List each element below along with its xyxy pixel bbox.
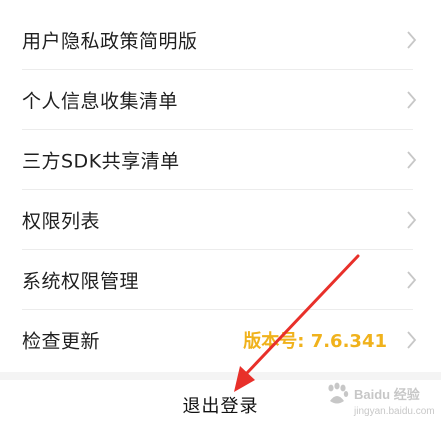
watermark-brand: Baidu 经验 [354, 387, 420, 402]
settings-item-label: 三方SDK共享清单 [22, 150, 180, 173]
chevron-right-icon [407, 91, 417, 109]
chevron-right-icon [407, 211, 417, 229]
settings-item-label: 检查更新 [22, 330, 101, 353]
paw-logo-icon [328, 382, 349, 404]
chevron-right-icon [407, 331, 417, 349]
chevron-right-icon [407, 151, 417, 169]
baidu-watermark: Baidu 经验 jingyan.baidu.com [324, 378, 435, 426]
watermark-url: jingyan.baidu.com [354, 406, 435, 417]
settings-item-permission-list[interactable]: 权限列表 [0, 190, 441, 250]
version-number: 版本号: 7.6.341 [243, 331, 387, 352]
settings-item-label: 系统权限管理 [22, 270, 140, 293]
settings-item-privacy-policy-summary[interactable]: 用户隐私政策简明版 [0, 10, 441, 70]
settings-item-system-permission-management[interactable]: 系统权限管理 [0, 250, 441, 310]
settings-item-label: 个人信息收集清单 [22, 90, 179, 113]
settings-item-check-update[interactable]: 检查更新 版本号: 7.6.341 [0, 310, 441, 370]
settings-item-label: 权限列表 [22, 210, 101, 233]
settings-item-label: 用户隐私政策简明版 [22, 30, 198, 53]
settings-item-third-party-sdk-list[interactable]: 三方SDK共享清单 [0, 130, 441, 190]
chevron-right-icon [407, 271, 417, 289]
chevron-right-icon [407, 31, 417, 49]
settings-item-personal-info-list[interactable]: 个人信息收集清单 [0, 70, 441, 130]
settings-list: 用户隐私政策简明版 个人信息收集清单 三方SDK共享清单 权限列表 系统权限管理 [0, 0, 441, 372]
